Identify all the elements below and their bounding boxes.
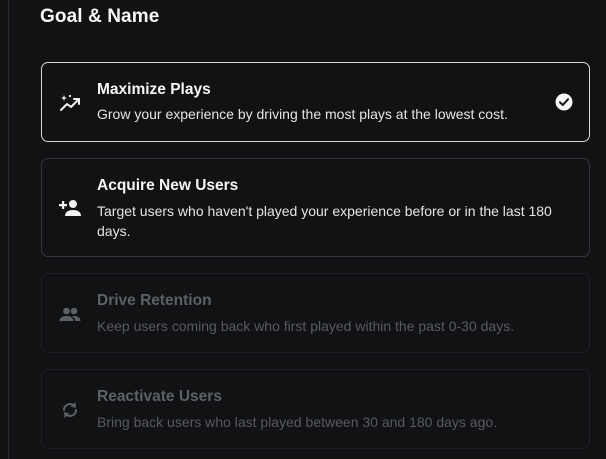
trending-up-sparkle-icon — [58, 91, 82, 115]
goal-title: Reactivate Users — [97, 388, 222, 405]
check-circle-icon — [555, 93, 573, 111]
goal-description: Keep users coming back who first played … — [97, 318, 515, 334]
goal-option-maximize-plays[interactable]: Maximize Plays Grow your experience by d… — [41, 62, 590, 142]
left-panel-divider — [8, 0, 9, 459]
people-icon — [58, 302, 82, 326]
goal-title: Maximize Plays — [97, 81, 211, 98]
refresh-arrows-icon — [58, 398, 82, 422]
goal-option-reactivate-users: Reactivate Users Bring back users who la… — [41, 369, 590, 449]
person-add-icon — [58, 196, 82, 220]
goal-title: Drive Retention — [97, 292, 212, 309]
goal-description: Target users who haven't played your exp… — [97, 203, 552, 239]
goal-option-acquire-new-users[interactable]: Acquire New Users Target users who haven… — [41, 158, 590, 257]
goal-title: Acquire New Users — [97, 177, 239, 194]
goal-description: Grow your experience by driving the most… — [97, 106, 508, 122]
goal-option-drive-retention: Drive Retention Keep users coming back w… — [41, 273, 590, 353]
goal-description: Bring back users who last played between… — [97, 414, 498, 430]
section-title: Goal & Name — [40, 6, 160, 27]
